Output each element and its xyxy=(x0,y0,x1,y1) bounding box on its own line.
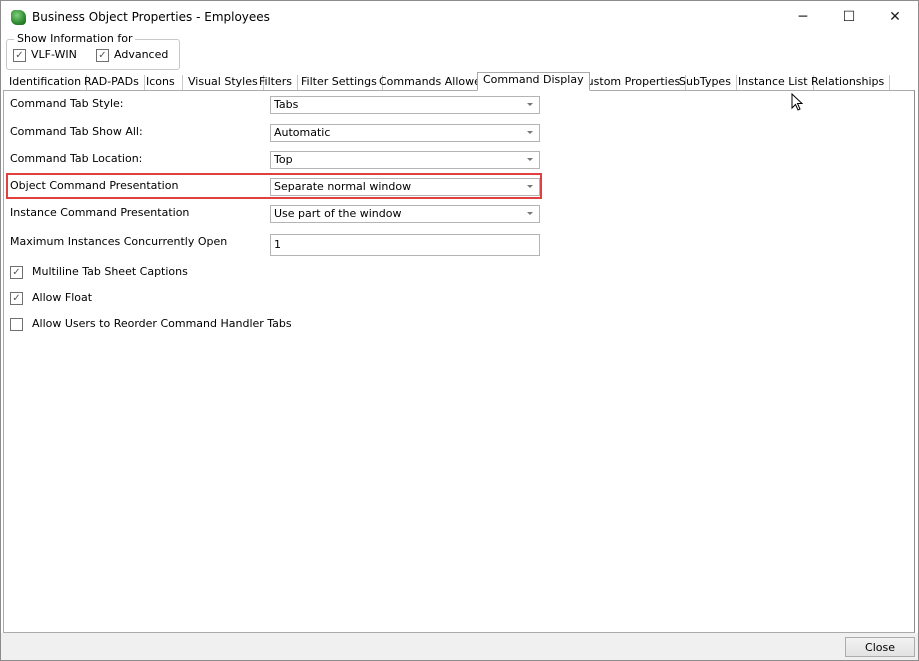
command-tab-show-all-select[interactable]: Automatic xyxy=(270,124,540,142)
window-title: Business Object Properties - Employees xyxy=(32,10,270,24)
command-tab-style-select[interactable]: Tabs xyxy=(270,96,540,114)
object-command-presentation-select[interactable]: Separate normal window xyxy=(270,178,540,196)
tab-relationships[interactable]: Relationships xyxy=(806,75,891,90)
command-tab-show-all-label: Command Tab Show All: xyxy=(10,125,143,138)
command-tab-location-select[interactable]: Top xyxy=(270,151,540,169)
tab-subtypes[interactable]: SubTypes xyxy=(674,75,737,90)
tab-custom-properties[interactable]: Custom Properties xyxy=(574,75,687,90)
mouse-cursor-icon xyxy=(791,93,804,111)
chevron-down-icon xyxy=(527,212,533,215)
instance-command-presentation-select[interactable]: Use part of the window xyxy=(270,205,540,223)
vlf-win-label: VLF-WIN xyxy=(31,48,77,61)
show-information-legend: Show Information for xyxy=(14,32,136,45)
tab-identification[interactable]: Identification xyxy=(4,75,88,90)
command-tab-location-value: Top xyxy=(274,153,293,166)
chevron-down-icon xyxy=(527,185,533,188)
instance-command-presentation-label: Instance Command Presentation xyxy=(10,206,190,219)
max-instances-input[interactable]: 1 xyxy=(270,234,540,256)
command-tab-style-label: Command Tab Style: xyxy=(10,97,124,110)
tab-panel xyxy=(3,90,915,633)
tab-filter-settings[interactable]: Filter Settings xyxy=(296,75,383,90)
command-tab-location-label: Command Tab Location: xyxy=(10,152,143,165)
tab-icons[interactable]: Icons xyxy=(141,75,183,90)
command-tab-style-value: Tabs xyxy=(274,98,299,111)
allow-float-label: Allow Float xyxy=(32,291,93,304)
multiline-captions-label: Multiline Tab Sheet Captions xyxy=(32,265,188,278)
instance-command-presentation-value: Use part of the window xyxy=(274,207,402,220)
maximize-button[interactable]: ☐ xyxy=(826,1,872,33)
vlf-win-checkbox[interactable]: ✓ xyxy=(13,49,26,62)
puzzle-icon xyxy=(11,10,26,25)
allow-reorder-checkbox[interactable] xyxy=(10,318,23,331)
allow-reorder-label: Allow Users to Reorder Command Handler T… xyxy=(32,317,292,330)
allow-float-checkbox[interactable]: ✓ xyxy=(10,292,23,305)
object-command-presentation-value: Separate normal window xyxy=(274,180,412,193)
chevron-down-icon xyxy=(527,131,533,134)
close-button[interactable]: Close xyxy=(845,637,915,657)
tab-rad-pads[interactable]: RAD-PADs xyxy=(79,75,145,90)
minimize-button[interactable]: ─ xyxy=(780,1,826,33)
object-command-presentation-label: Object Command Presentation xyxy=(10,179,179,192)
footer-bar xyxy=(1,633,918,660)
tab-command-display[interactable]: Command Display xyxy=(477,72,590,91)
tab-instance-list[interactable]: Instance List xyxy=(733,75,814,90)
max-instances-label: Maximum Instances Concurrently Open xyxy=(10,235,228,248)
tab-commands-allowed[interactable]: Commands Allowed xyxy=(374,75,493,90)
command-tab-show-all-value: Automatic xyxy=(274,126,331,139)
tab-visual-styles[interactable]: Visual Styles xyxy=(183,75,264,90)
advanced-checkbox[interactable]: ✓ xyxy=(96,49,109,62)
multiline-captions-checkbox[interactable]: ✓ xyxy=(10,266,23,279)
tab-filters[interactable]: Filters xyxy=(254,75,298,90)
advanced-label: Advanced xyxy=(114,48,169,61)
close-window-button[interactable]: ✕ xyxy=(872,1,918,33)
chevron-down-icon xyxy=(527,158,533,161)
chevron-down-icon xyxy=(527,103,533,106)
